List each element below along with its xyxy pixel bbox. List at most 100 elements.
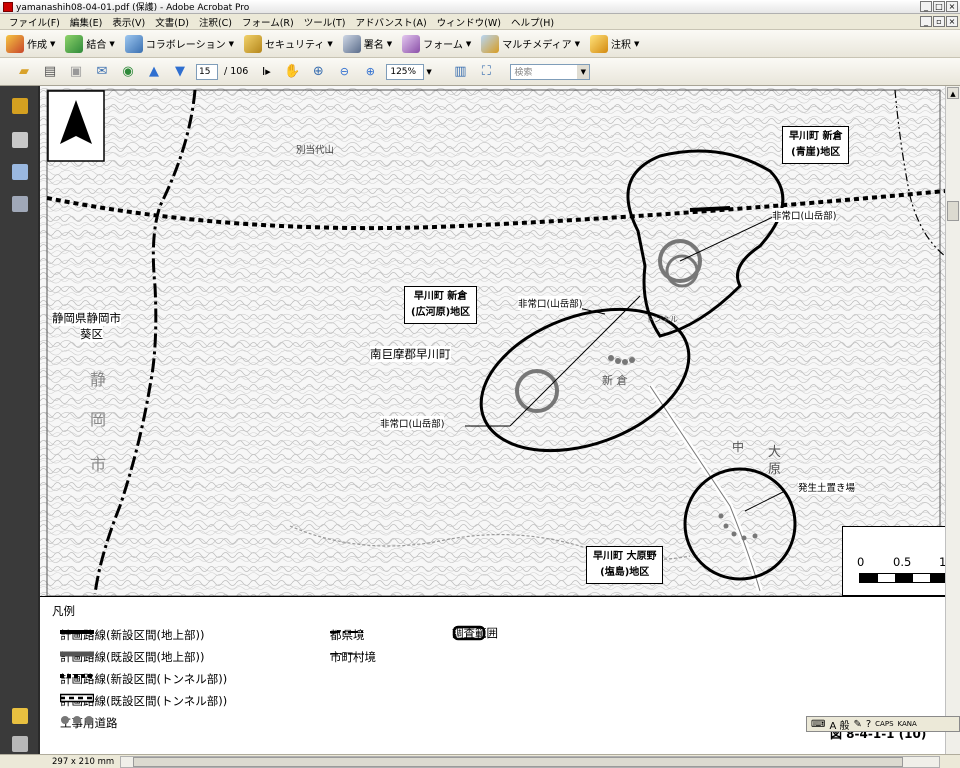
lock-icon <box>243 34 262 53</box>
horizontal-scroll-thumb[interactable] <box>133 757 903 767</box>
fit-page-icon[interactable]: ▥ <box>450 62 470 82</box>
legend-item-municipal-border: 市町村境 <box>330 650 376 664</box>
window-title: yamanashih08-04-01.pdf (保護) - Adobe Acro… <box>16 3 250 13</box>
legend-item-new-tunnel: 計画路線(新設区間(トンネル部)) <box>60 672 228 686</box>
pages-icon[interactable] <box>12 132 28 148</box>
zoom-tool-icon[interactable]: ⊕ <box>308 62 328 82</box>
acrobat-window: yamanashih08-04-01.pdf (保護) - Adobe Acro… <box>0 0 960 768</box>
menu-document[interactable]: 文書(D) <box>150 15 194 29</box>
tasks-toolbar: 作成 ▼ 結合 ▼ コラボレーション ▼ セキュリティ ▼ 署名 ▼ フォーム ▼ マルチメ… <box>0 30 960 58</box>
emergency-exit-label-2: 非常口(山岳部) <box>518 296 583 310</box>
zoom-out-icon[interactable]: ⊖ <box>334 62 354 82</box>
menu-help[interactable]: ヘルプ(H) <box>506 15 559 29</box>
lock-icon[interactable] <box>12 98 28 114</box>
ime-mode[interactable]: A 般 <box>829 717 849 732</box>
search-input[interactable]: 検索 ▼ <box>510 63 591 80</box>
navigation-panel <box>0 86 40 754</box>
document-page[interactable]: 別当代山 静岡県静岡市 葵区 南巨摩郡早川町 静 岡 市 新 倉 大 原 中 ト… <box>40 86 945 754</box>
zoom-dropdown-icon[interactable]: ▼ <box>426 68 434 76</box>
scroll-up-icon[interactable]: ▲ <box>947 87 959 99</box>
menu-window[interactable]: ウィンドウ(W) <box>432 15 506 29</box>
mountain-label: 別当代山 <box>296 145 335 156</box>
page-total: / 106 <box>224 66 249 77</box>
ward-label: 葵区 <box>80 326 103 342</box>
page-number-input[interactable]: 15 <box>196 63 218 80</box>
signatures-icon[interactable] <box>12 196 28 212</box>
ime-pad-icon[interactable]: ✎ <box>853 719 861 730</box>
area-label-hirokawara: 早川町 新倉 (広河原)地区 <box>404 286 478 324</box>
tunnel-label: トンネル <box>646 315 678 324</box>
ime-icon[interactable]: ⌨ <box>811 719 825 730</box>
shinkura-label: 新 倉 <box>602 374 628 387</box>
comments-icon[interactable] <box>12 708 28 724</box>
hand-tool-icon[interactable]: ✋ <box>282 62 302 82</box>
zoom-in-icon[interactable]: ⊕ <box>360 62 380 82</box>
naka-label: 中 <box>732 440 745 454</box>
prefecture-label: 静岡県静岡市 <box>52 310 121 326</box>
maximize-button[interactable]: □ <box>933 1 945 12</box>
create-button[interactable]: 作成 ▼ <box>6 34 55 53</box>
select-text-icon[interactable]: I▸ <box>256 62 276 82</box>
multimedia-button[interactable]: マルチメディア ▼ <box>481 34 580 53</box>
combine-files-icon <box>65 34 84 53</box>
menu-file[interactable]: ファイル(F) <box>4 15 65 29</box>
menu-tools[interactable]: ツール(T) <box>299 15 351 29</box>
full-screen-icon[interactable]: ⛶ <box>476 62 496 82</box>
zoom-level-input[interactable]: 125% <box>386 63 425 80</box>
collaborate-button[interactable]: コラボレーション ▼ <box>124 34 234 53</box>
scale-label-0: 0 <box>857 555 865 569</box>
city-char-2: 岡 <box>90 410 107 429</box>
minimize-button[interactable]: _ <box>920 1 932 12</box>
menu-forms[interactable]: フォーム(R) <box>237 15 299 29</box>
vertical-scrollbar[interactable]: ▲ <box>945 86 960 754</box>
area-label-aogake: 早川町 新倉 (青崖)地区 <box>782 126 850 164</box>
scale-label-half: 0.5 <box>893 555 912 569</box>
security-button[interactable]: セキュリティ ▼ <box>243 34 333 53</box>
bookmarks-icon[interactable] <box>12 164 28 180</box>
legend-item-existing-tunnel: 計画路線(既設区間(トンネル部)) <box>60 693 228 708</box>
ime-language-bar[interactable]: ⌨ A 般 ✎ ? CAPS KANA <box>806 716 960 732</box>
area-label-shiojima: 早川町 大原野 (塩島)地区 <box>586 546 664 584</box>
legend-item-survey-area: 調査範囲 <box>452 625 498 641</box>
close-button[interactable]: × <box>946 1 958 12</box>
email-icon[interactable]: ✉ <box>92 62 112 82</box>
doc-minimize-button[interactable]: _ <box>920 16 932 27</box>
ime-help-icon[interactable]: ? <box>866 719 871 730</box>
menu-view[interactable]: 表示(V) <box>107 15 150 29</box>
doc-close-button[interactable]: × <box>946 16 958 27</box>
comment-button[interactable]: 注釈 ▼ <box>589 34 639 53</box>
town-label: 南巨摩郡早川町 <box>370 346 451 362</box>
legend-item-existing-surface: 計画路線(既設区間(地上部)) <box>60 650 205 664</box>
print-icon[interactable]: ▤ <box>40 62 60 82</box>
legend-item-prefecture-border: 都県境 <box>330 628 365 642</box>
page-size-label: 297 x 210 mm <box>52 756 115 767</box>
emergency-exit-label-3: 非常口(山岳部) <box>380 416 445 430</box>
search-dropdown-icon[interactable]: ▼ <box>577 64 590 79</box>
save-icon[interactable]: ▣ <box>66 62 86 82</box>
create-pdf-icon <box>6 34 24 53</box>
previous-page-icon[interactable]: ▲ <box>144 62 164 82</box>
vertical-scroll-thumb[interactable] <box>947 201 959 221</box>
legend-item-new-surface: 計画路線(新設区間(地上部)) <box>60 628 205 642</box>
globe-icon[interactable]: ◉ <box>118 62 138 82</box>
menu-comments[interactable]: 注釈(C) <box>194 15 237 29</box>
city-char-3: 市 <box>90 455 107 474</box>
menu-edit[interactable]: 編集(E) <box>65 15 107 29</box>
ohara-char-2: 原 <box>768 462 782 477</box>
forms-button[interactable]: フォーム ▼ <box>402 34 471 53</box>
collaborate-icon <box>124 34 143 53</box>
emergency-exit-label-1: 非常口(山岳部) <box>772 208 837 222</box>
city-char-1: 静 <box>90 370 107 389</box>
doc-restore-button[interactable]: ▫ <box>933 16 945 27</box>
multimedia-icon <box>481 34 500 53</box>
spoil-site-label: 発生土置き場 <box>798 480 856 494</box>
legend-item-construction-road: 工事用道路 <box>60 715 118 731</box>
menu-advanced[interactable]: アドバンスト(A) <box>350 15 431 29</box>
next-page-icon[interactable]: ▼ <box>170 62 190 82</box>
attachments-icon[interactable] <box>12 736 28 752</box>
combine-button[interactable]: 結合 ▼ <box>65 34 115 53</box>
horizontal-scrollbar[interactable] <box>120 756 940 768</box>
menu-bar: ファイル(F) 編集(E) 表示(V) 文書(D) 注釈(C) フォーム(R) … <box>0 14 960 30</box>
open-folder-icon[interactable]: ▰ <box>14 62 34 82</box>
sign-button[interactable]: 署名 ▼ <box>342 34 392 53</box>
